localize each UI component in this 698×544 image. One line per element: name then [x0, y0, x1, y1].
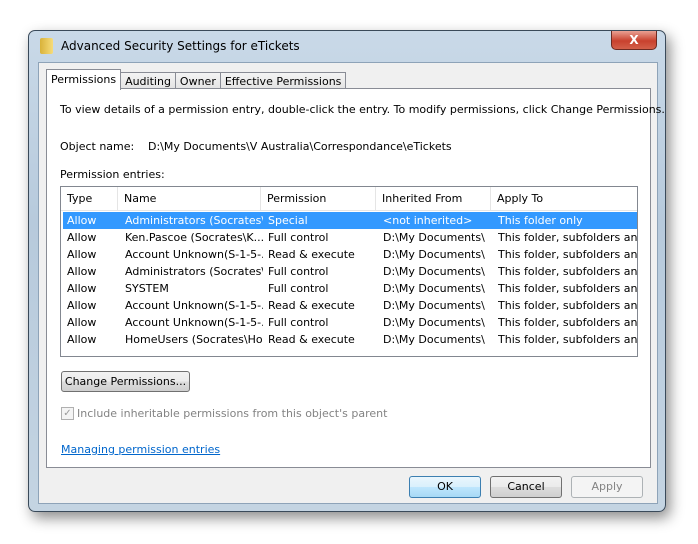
- cell-name: Account Unknown(S-1-5-...: [125, 248, 263, 261]
- list-header: Type Name Permission Inherited From Appl…: [61, 187, 637, 211]
- cell-permission: Read & execute: [268, 299, 355, 312]
- cell-type: Allow: [67, 299, 97, 312]
- include-inheritable-checkbox[interactable]: ✓: [61, 407, 74, 420]
- permission-entry-row[interactable]: Allow SYSTEM Full control D:\My Documents\ T…: [63, 280, 637, 297]
- instructions-text: To view details of a permission entry, d…: [60, 103, 665, 116]
- cell-apply-to: This folder, subfolders and...: [498, 282, 638, 295]
- include-inheritable-label: Include inheritable permissions from thi…: [77, 407, 388, 420]
- cell-inherited-from: D:\My Documents\: [383, 282, 485, 295]
- cell-type: Allow: [67, 231, 97, 244]
- dialog-window: Advanced Security Settings for eTickets …: [28, 30, 666, 512]
- cancel-button[interactable]: Cancel: [490, 476, 562, 498]
- object-name-label: Object name:: [60, 140, 135, 153]
- permission-entry-row[interactable]: Allow HomeUsers (Socrates\Ho... Read & exe…: [63, 331, 637, 348]
- cell-name: Administrators (Socrates\...: [125, 265, 263, 278]
- cell-type: Allow: [67, 333, 97, 346]
- managing-permission-entries-link[interactable]: Managing permission entries: [61, 443, 220, 456]
- cell-name: Ken.Pascoe (Socrates\K...: [125, 231, 263, 244]
- cell-permission: Full control: [268, 316, 329, 329]
- permissions-panel: To view details of a permission entry, d…: [46, 88, 665, 468]
- close-button[interactable]: X: [611, 31, 657, 50]
- permission-entry-row[interactable]: Allow Account Unknown(S-1-5-... Read & exe…: [63, 297, 637, 314]
- window-title: Advanced Security Settings for eTickets: [61, 39, 300, 53]
- cell-inherited-from: <not inherited>: [383, 214, 473, 227]
- cell-name: Account Unknown(S-1-5-...: [125, 299, 263, 312]
- cell-inherited-from: D:\My Documents\: [383, 333, 485, 346]
- cell-permission: Full control: [268, 231, 329, 244]
- cell-inherited-from: D:\My Documents\: [383, 299, 485, 312]
- cell-permission: Special: [268, 214, 308, 227]
- permission-entry-row[interactable]: Allow Administrators (Socrates\... Full co…: [63, 263, 637, 280]
- column-header-permission[interactable]: Permission: [261, 187, 376, 211]
- cell-apply-to: This folder only: [498, 214, 583, 227]
- cell-type: Allow: [67, 265, 97, 278]
- apply-button[interactable]: Apply: [571, 476, 643, 498]
- permission-entry-row[interactable]: Allow Administrators (Socrates\... Special…: [63, 212, 637, 229]
- change-permissions-button[interactable]: Change Permissions...: [61, 371, 190, 392]
- cell-inherited-from: D:\My Documents\: [383, 231, 485, 244]
- cell-inherited-from: D:\My Documents\: [383, 316, 485, 329]
- cell-apply-to: This folder, subfolders and...: [498, 231, 638, 244]
- cell-apply-to: This folder, subfolders and...: [498, 265, 638, 278]
- ok-button[interactable]: OK: [409, 476, 481, 498]
- cell-name: Administrators (Socrates\...: [125, 214, 263, 227]
- cell-name: SYSTEM: [125, 282, 169, 295]
- cell-type: Allow: [67, 248, 97, 261]
- cell-permission: Read & execute: [268, 333, 355, 346]
- cell-inherited-from: D:\My Documents\: [383, 248, 485, 261]
- cell-type: Allow: [67, 316, 97, 329]
- cell-permission: Full control: [268, 282, 329, 295]
- tab-bar: Permissions Auditing Owner Effective Per…: [46, 69, 347, 90]
- cell-type: Allow: [67, 214, 97, 227]
- client-area: Permissions Auditing Owner Effective Per…: [38, 62, 665, 504]
- permission-entry-row[interactable]: Allow Account Unknown(S-1-5-... Full contr…: [63, 314, 637, 331]
- cell-name: Account Unknown(S-1-5-...: [125, 316, 263, 329]
- object-name-value: D:\My Documents\V Australia\Correspondan…: [148, 140, 452, 153]
- cell-name: HomeUsers (Socrates\Ho...: [125, 333, 263, 346]
- column-header-name[interactable]: Name: [118, 187, 261, 211]
- cell-inherited-from: D:\My Documents\: [383, 265, 485, 278]
- cell-permission: Read & execute: [268, 248, 355, 261]
- permission-entry-row[interactable]: Allow Ken.Pascoe (Socrates\K... Full contr…: [63, 229, 637, 246]
- permission-entries-label: Permission entries:: [60, 168, 165, 181]
- folder-icon: [40, 38, 53, 54]
- cell-apply-to: This folder, subfolders and...: [498, 299, 638, 312]
- permission-entries-list[interactable]: Type Name Permission Inherited From Appl…: [60, 186, 638, 357]
- permission-entry-row[interactable]: Allow Account Unknown(S-1-5-... Read & exe…: [63, 246, 637, 263]
- cell-type: Allow: [67, 282, 97, 295]
- cell-apply-to: This folder, subfolders and...: [498, 316, 638, 329]
- column-header-apply-to[interactable]: Apply To: [491, 187, 637, 211]
- column-header-type[interactable]: Type: [61, 187, 118, 211]
- cell-apply-to: This folder, subfolders and...: [498, 248, 638, 261]
- cell-apply-to: This folder, subfolders and...: [498, 333, 638, 346]
- column-header-inherited-from[interactable]: Inherited From: [376, 187, 491, 211]
- tab-permissions[interactable]: Permissions: [46, 69, 122, 90]
- cell-permission: Full control: [268, 265, 329, 278]
